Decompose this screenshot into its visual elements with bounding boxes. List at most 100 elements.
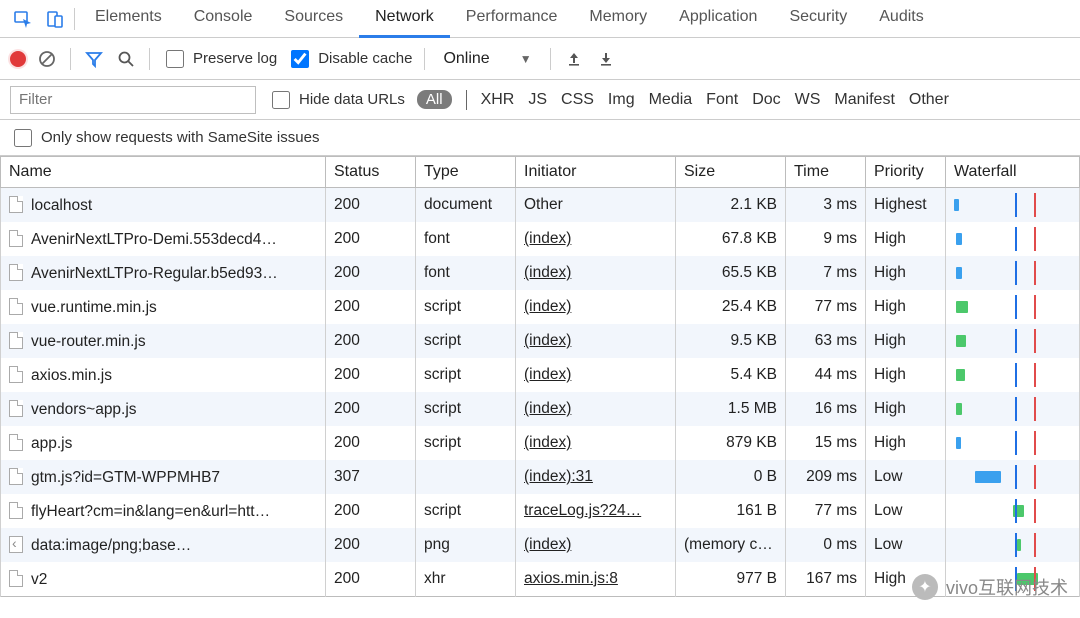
cell-initiator: (index) — [516, 528, 676, 562]
initiator-link[interactable]: traceLog.js?24… — [524, 502, 641, 519]
initiator-link[interactable]: (index) — [524, 400, 571, 417]
table-row[interactable]: vendors~app.js200script(index)1.5 MB16 m… — [1, 392, 1080, 426]
cell-name: v2 — [1, 562, 326, 597]
cell-waterfall — [946, 358, 1080, 392]
table-row[interactable]: flyHeart?cm=in&lang=en&url=htt…200script… — [1, 494, 1080, 528]
column-time[interactable]: Time — [786, 157, 866, 188]
network-table: NameStatusTypeInitiatorSizeTimePriorityW… — [0, 156, 1080, 597]
tab-sources[interactable]: Sources — [268, 0, 359, 38]
tab-application[interactable]: Application — [663, 0, 773, 38]
cell-size: (memory c… — [676, 528, 786, 562]
cell-name: vendors~app.js — [1, 392, 326, 426]
file-resource-icon — [9, 196, 23, 213]
cell-time: 15 ms — [786, 426, 866, 460]
filter-type-ws[interactable]: WS — [795, 91, 821, 109]
cell-status: 200 — [326, 392, 416, 426]
hide-data-urls-checkbox[interactable]: Hide data URLs — [268, 88, 405, 112]
table-row[interactable]: gtm.js?id=GTM-WPPMHB7307(index):310 B209… — [1, 460, 1080, 494]
inspect-element-icon[interactable] — [8, 4, 38, 34]
separator — [466, 90, 467, 110]
filter-type-doc[interactable]: Doc — [752, 91, 780, 109]
column-status[interactable]: Status — [326, 157, 416, 188]
column-name[interactable]: Name — [1, 157, 326, 188]
initiator-link[interactable]: (index) — [524, 536, 571, 553]
initiator-link[interactable]: axios.min.js:8 — [524, 570, 618, 587]
toggle-device-toolbar-icon[interactable] — [40, 4, 70, 34]
table-row[interactable]: app.js200script(index)879 KB15 msHigh — [1, 426, 1080, 460]
filter-type-all[interactable]: All — [417, 90, 452, 109]
cell-type: script — [416, 324, 516, 358]
cell-priority: Low — [866, 460, 946, 494]
tab-performance[interactable]: Performance — [450, 0, 574, 38]
upload-har-icon[interactable] — [563, 48, 585, 70]
column-initiator[interactable]: Initiator — [516, 157, 676, 188]
cell-time: 0 ms — [786, 528, 866, 562]
preserve-log-checkbox[interactable]: Preserve log — [162, 47, 277, 71]
initiator-link[interactable]: (index) — [524, 264, 571, 281]
table-row[interactable]: axios.min.js200script(index)5.4 KB44 msH… — [1, 358, 1080, 392]
filter-type-media[interactable]: Media — [649, 91, 693, 109]
initiator-link[interactable]: (index) — [524, 332, 571, 349]
record-button[interactable] — [10, 51, 26, 67]
cell-type — [416, 460, 516, 494]
filter-type-img[interactable]: Img — [608, 91, 635, 109]
throttling-select[interactable]: Online ▼ — [437, 50, 537, 68]
filter-type-css[interactable]: CSS — [561, 91, 594, 109]
tab-security[interactable]: Security — [773, 0, 863, 38]
table-row[interactable]: vue.runtime.min.js200script(index)25.4 K… — [1, 290, 1080, 324]
cell-status: 200 — [326, 222, 416, 256]
column-size[interactable]: Size — [676, 157, 786, 188]
tab-console[interactable]: Console — [178, 0, 269, 38]
initiator-link[interactable]: (index) — [524, 230, 571, 247]
filter-icon[interactable] — [83, 48, 105, 70]
tab-elements[interactable]: Elements — [79, 0, 178, 38]
load-marker — [1034, 363, 1036, 387]
table-row[interactable]: AvenirNextLTPro-Regular.b5ed93…200font(i… — [1, 256, 1080, 290]
filter-input[interactable] — [10, 86, 256, 114]
cell-name: AvenirNextLTPro-Demi.553decd4… — [1, 222, 326, 256]
cell-status: 307 — [326, 460, 416, 494]
column-priority[interactable]: Priority — [866, 157, 946, 188]
clear-icon[interactable] — [36, 48, 58, 70]
filter-type-manifest[interactable]: Manifest — [834, 91, 894, 109]
disable-cache-checkbox[interactable]: Disable cache — [287, 47, 412, 71]
table-row[interactable]: v2200xhraxios.min.js:8977 B167 msHigh — [1, 562, 1080, 597]
cell-type: script — [416, 358, 516, 392]
cell-status: 200 — [326, 188, 416, 223]
initiator-link[interactable]: (index):31 — [524, 468, 593, 485]
cell-priority: High — [866, 392, 946, 426]
filter-type-xhr[interactable]: XHR — [481, 91, 515, 109]
tab-network[interactable]: Network — [359, 0, 450, 38]
initiator-link[interactable]: (index) — [524, 366, 571, 383]
download-har-icon[interactable] — [595, 48, 617, 70]
cell-status: 200 — [326, 290, 416, 324]
cell-status: 200 — [326, 494, 416, 528]
chevron-down-icon: ▼ — [520, 52, 532, 66]
tab-memory[interactable]: Memory — [573, 0, 663, 38]
filter-type-font[interactable]: Font — [706, 91, 738, 109]
table-row[interactable]: data:image/png;base…200png(index)(memory… — [1, 528, 1080, 562]
filter-type-js[interactable]: JS — [528, 91, 547, 109]
column-type[interactable]: Type — [416, 157, 516, 188]
table-row[interactable]: AvenirNextLTPro-Demi.553decd4…200font(in… — [1, 222, 1080, 256]
tab-audits[interactable]: Audits — [863, 0, 939, 38]
filter-type-other[interactable]: Other — [909, 91, 949, 109]
search-icon[interactable] — [115, 48, 137, 70]
table-row[interactable]: vue-router.min.js200script(index)9.5 KB6… — [1, 324, 1080, 358]
initiator-link[interactable]: (index) — [524, 298, 571, 315]
cell-priority: High — [866, 290, 946, 324]
table-row[interactable]: localhost200documentOther2.1 KB3 msHighe… — [1, 188, 1080, 223]
waterfall-bar — [956, 437, 961, 449]
cell-initiator: (index) — [516, 392, 676, 426]
load-marker — [1034, 295, 1036, 319]
samesite-checkbox[interactable]: Only show requests with SameSite issues — [10, 126, 319, 150]
domcontentloaded-marker — [1015, 397, 1017, 421]
load-marker — [1034, 397, 1036, 421]
load-marker — [1034, 329, 1036, 353]
cell-initiator: (index) — [516, 222, 676, 256]
cell-waterfall — [946, 256, 1080, 290]
initiator-link[interactable]: (index) — [524, 434, 571, 451]
cell-type: xhr — [416, 562, 516, 597]
column-waterfall[interactable]: Waterfall — [946, 157, 1080, 188]
cell-name: localhost — [1, 188, 326, 223]
